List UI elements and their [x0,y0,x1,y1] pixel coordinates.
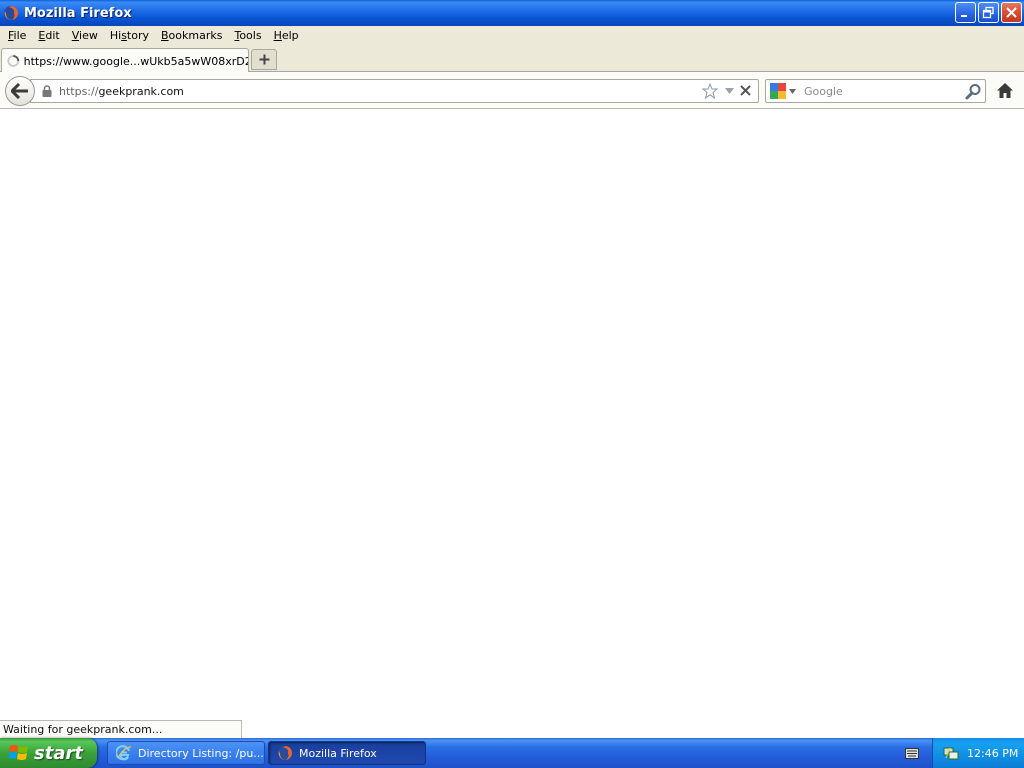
clock: 12:46 PM [967,746,1019,760]
menu-help[interactable]: Help [268,27,305,45]
url-text: https://geekprank.com [59,84,184,98]
menu-tools[interactable]: Tools [228,27,267,45]
start-label: start [34,742,83,764]
search-input[interactable] [804,84,964,98]
stop-icon[interactable] [739,84,752,97]
menu-history[interactable]: History [104,27,155,45]
menu-edit[interactable]: Edit [32,27,65,45]
tab-active[interactable]: https://www.google...wUkb5a5wW08xrD2055 [1,48,249,73]
engine-dropdown-icon[interactable] [789,88,796,94]
taskbar: start Directory Listing: /pu... Mozilla … [0,738,1024,768]
home-icon[interactable] [996,82,1014,99]
taskbar-item-label: Directory Listing: /pu... [138,746,264,760]
menu-bookmarks[interactable]: Bookmarks [155,27,228,45]
start-button[interactable]: start [0,738,97,768]
taskbar-item-firefox[interactable]: Mozilla Firefox [268,741,426,765]
page-content[interactable] [0,109,1024,738]
windows-logo-icon [9,745,28,760]
lock-icon [42,85,52,97]
search-bar[interactable] [765,79,986,103]
taskbar-item-label: Mozilla Firefox [299,746,377,760]
window-titlebar[interactable]: Mozilla Firefox [0,0,1024,26]
network-icon[interactable] [943,745,959,761]
firefox-icon [4,6,18,20]
back-button[interactable] [5,76,35,106]
google-engine-icon[interactable] [770,83,786,99]
new-tab-button[interactable] [251,49,277,70]
taskbar-item-directory-listing[interactable]: Directory Listing: /pu... [107,741,265,765]
back-arrow-icon [11,83,28,99]
menu-bar: File Edit View History Bookmarks Tools H… [0,26,1024,46]
navigation-toolbar: https://geekprank.com [0,72,1024,109]
loading-spinner-icon [7,55,20,67]
status-panel: Waiting for geekprank.com... [0,720,242,738]
history-dropdown-icon[interactable] [725,88,734,94]
window-title: Mozilla Firefox [24,5,132,21]
minimize-button[interactable] [955,2,976,23]
close-icon [1006,7,1017,18]
close-button[interactable] [1001,2,1022,23]
system-tray: 12:46 PM [932,738,1024,768]
restore-icon [982,6,994,19]
menu-view[interactable]: View [66,27,104,45]
plus-icon [259,54,269,65]
url-bar[interactable]: https://geekprank.com [30,79,759,103]
keyboard-icon[interactable] [905,748,919,759]
restore-button[interactable] [978,2,999,23]
menu-file[interactable]: File [2,27,32,45]
internet-explorer-icon [116,745,132,761]
tab-strip: https://www.google...wUkb5a5wW08xrD2055 [0,46,1024,73]
tab-title: https://www.google...wUkb5a5wW08xrD2055 [23,54,248,68]
search-icon[interactable] [965,83,982,100]
minimize-icon [961,15,967,17]
firefox-icon [278,746,292,760]
bookmark-star-icon[interactable] [702,83,718,99]
